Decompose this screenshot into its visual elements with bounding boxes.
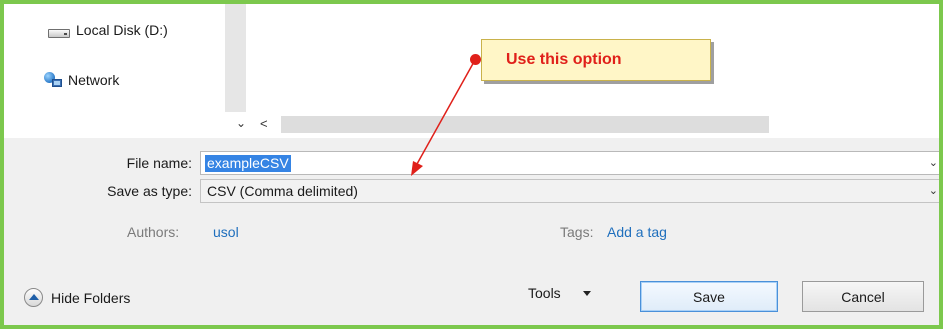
cancel-button[interactable]: Cancel: [802, 281, 924, 312]
save-as-type-label: Save as type:: [107, 183, 192, 199]
authors-label: Authors:: [127, 224, 180, 240]
nav-item-label: Local Disk (D:): [76, 22, 168, 38]
horizontal-scrollbar[interactable]: ⌄ <: [229, 112, 939, 138]
navigation-pane: Local Disk (D:) Network: [4, 4, 229, 138]
chevron-down-icon[interactable]: ⌄: [234, 116, 248, 130]
save-as-dialog: Local Disk (D:) Network ⌄ < File name: e…: [0, 0, 943, 329]
save-form: File name: exampleCSV ⌄ Save as type: CS…: [4, 138, 939, 325]
authors-value[interactable]: usol: [213, 224, 239, 240]
save-as-type-value: CSV (Comma delimited): [207, 183, 358, 199]
chevron-down-icon[interactable]: ⌄: [929, 184, 938, 197]
caret-down-icon: [582, 290, 591, 296]
annotation-dot: [470, 54, 481, 65]
hide-folders-button[interactable]: Hide Folders: [24, 288, 130, 307]
nav-item-network[interactable]: Network: [44, 70, 119, 90]
save-button[interactable]: Save: [640, 281, 778, 312]
hide-folders-label: Hide Folders: [51, 289, 131, 306]
file-name-input[interactable]: exampleCSV ⌄: [200, 151, 939, 175]
scroll-left-arrow[interactable]: <: [260, 116, 268, 131]
annotation-callout: Use this option: [481, 39, 711, 81]
navigation-pane-scrollbar[interactable]: [225, 4, 246, 112]
tags-label: Tags:: [560, 224, 594, 240]
annotation-text: Use this option: [506, 51, 622, 68]
save-as-type-select[interactable]: CSV (Comma delimited) ⌄: [200, 179, 939, 203]
collapse-up-icon: [24, 288, 43, 307]
drive-icon: [48, 28, 70, 38]
scrollbar-thumb[interactable]: [281, 116, 769, 133]
nav-item-local-disk-d[interactable]: Local Disk (D:): [48, 20, 168, 40]
network-icon: [44, 72, 62, 88]
file-name-label: File name:: [126, 155, 192, 171]
file-name-value: exampleCSV: [205, 155, 291, 172]
tools-label: Tools: [528, 285, 561, 301]
add-tag-link[interactable]: Add a tag: [607, 224, 667, 240]
tools-button[interactable]: Tools: [528, 285, 591, 301]
chevron-down-icon[interactable]: ⌄: [929, 156, 938, 169]
nav-item-label: Network: [68, 72, 120, 88]
